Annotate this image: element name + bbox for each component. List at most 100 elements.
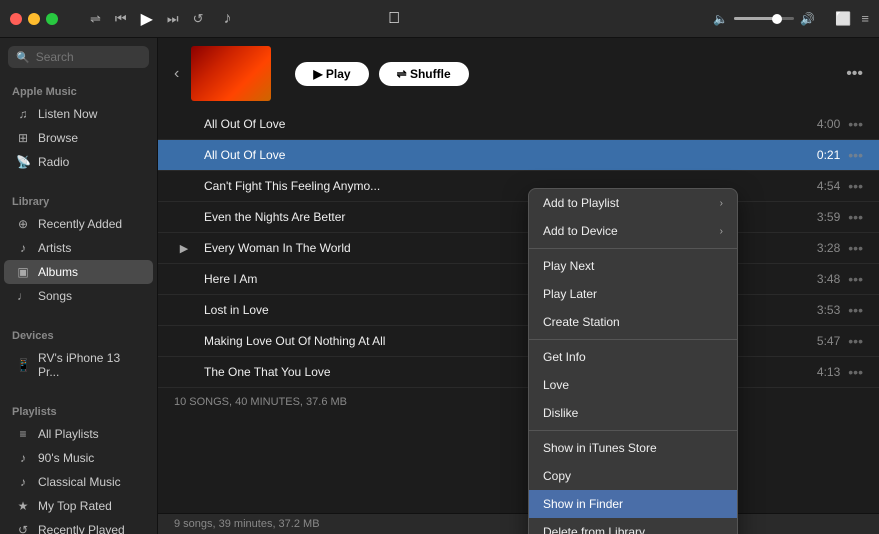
table-row[interactable]: Even the Nights Are Better 3:59 ••• [158,202,879,233]
song-duration: 5:47 [805,334,840,348]
table-row[interactable]: Here I Am 3:48 ••• [158,264,879,295]
main-layout: 🔍 Apple Music ♫ Listen Now ⊞ Browse 📡 Ra… [0,38,879,534]
context-menu-label: Dislike [543,406,578,420]
library-section-label: Library [0,186,157,212]
song-more-button[interactable]: ••• [848,240,863,256]
sidebar-item-listen-now[interactable]: ♫ Listen Now [4,102,153,126]
table-row[interactable]: The One That You Love 4:13 ••• [158,357,879,388]
song-more-button[interactable]: ••• [848,178,863,194]
next-icon[interactable]: ⏭ [167,11,179,27]
album-art [191,46,271,101]
song-more-button[interactable]: ••• [848,302,863,318]
table-row[interactable]: Can't Fight This Feeling Anymo... 4:54 •… [158,171,879,202]
artists-icon: ♪ [16,241,30,255]
chevron-right-icon: › [720,198,723,209]
play-button[interactable]: ▶ Play [295,62,368,86]
sidebar-item-browse[interactable]: ⊞ Browse [4,126,153,150]
table-row[interactable]: Making Love Out Of Nothing At All 5:47 •… [158,326,879,357]
sidebar-item-label: Browse [38,131,78,145]
repeat-icon[interactable]: ↺ [193,11,204,27]
song-duration: 3:59 [805,210,840,224]
content-area: ‹ ▶ Play ⇌ Shuffle ••• All Out Of Love 4… [158,38,879,534]
sidebar-item-my-top-rated[interactable]: ★ My Top Rated [4,494,153,518]
search-input[interactable] [36,50,141,64]
close-button[interactable] [10,13,22,25]
context-menu-label: Copy [543,469,571,483]
minimize-button[interactable] [28,13,40,25]
context-add-to-playlist[interactable]: Add to Playlist › [529,189,737,217]
shuffle-icon[interactable]: ⇌ [90,11,101,27]
table-row[interactable]: ▶ Every Woman In The World 3:28 ••• [158,233,879,264]
sidebar-item-artists[interactable]: ♪ Artists [4,236,153,260]
top-rated-icon: ★ [16,499,30,513]
context-menu-divider [529,430,737,431]
devices-section-label: Devices [0,320,157,346]
play-pause-button[interactable]: ▶ [141,9,153,29]
volume-slider[interactable] [734,17,794,20]
sidebar-item-label: Listen Now [38,107,97,121]
context-menu-label: Delete from Library [543,525,645,534]
context-play-next[interactable]: Play Next [529,252,737,280]
sidebar-item-radio[interactable]: 📡 Radio [4,150,153,174]
song-duration: 3:53 [805,303,840,317]
song-more-button[interactable]: ••• [848,271,863,287]
context-show-in-finder[interactable]: Show in Finder [529,490,737,518]
song-more-button[interactable]: ••• [848,116,863,132]
maximize-button[interactable] [46,13,58,25]
sidebar-item-label: My Top Rated [38,499,112,513]
song-title: All Out Of Love [204,148,805,162]
search-bar[interactable]: 🔍 [8,46,149,68]
context-menu-label: Add to Device [543,224,618,238]
sidebar-item-90s-music[interactable]: ♪ 90's Music [4,446,153,470]
transport-controls: ⇌ ⏮ ▶ ⏭ ↺ [90,9,204,29]
context-create-station[interactable]: Create Station [529,308,737,336]
context-copy[interactable]: Copy [529,462,737,490]
sidebar-item-recently-played[interactable]: ↺ Recently Played [4,518,153,534]
volume-low-icon: 🔈 [713,12,728,26]
recently-played-icon: ↺ [16,523,30,534]
song-duration: 0:21 [805,148,840,162]
table-row[interactable]: All Out Of Love 4:00 ••• [158,109,879,140]
context-add-to-device[interactable]: Add to Device › [529,217,737,245]
table-row[interactable]: Lost in Love 3:53 ••• [158,295,879,326]
apple-logo:  [388,10,400,28]
context-delete-from-library[interactable]: Delete from Library [529,518,737,534]
song-more-button[interactable]: ••• [848,209,863,225]
sidebar-item-all-playlists[interactable]: ≡ All Playlists [4,422,153,446]
sidebar-item-recently-added[interactable]: ⊕ Recently Added [4,212,153,236]
songs-icon: ♩ [16,289,30,303]
context-menu-label: Create Station [543,315,620,329]
music-note-icon: ♪ [224,10,232,28]
prev-icon[interactable]: ⏮ [115,11,127,27]
lyrics-icon[interactable]: ⬜ [835,11,851,27]
playlists-section-label: Playlists [0,396,157,422]
sidebar-item-albums[interactable]: ▣ Albums [4,260,153,284]
sidebar-item-label: Radio [38,155,69,169]
content-header: ‹ ▶ Play ⇌ Shuffle ••• [158,38,879,109]
song-more-button[interactable]: ••• [848,333,863,349]
sidebar-item-classical-music[interactable]: ♪ Classical Music [4,470,153,494]
context-dislike[interactable]: Dislike [529,399,737,427]
collapse-button[interactable]: ‹ [174,65,179,83]
context-play-later[interactable]: Play Later [529,280,737,308]
sidebar-item-label: Classical Music [38,475,121,489]
song-footer: 10 SONGS, 40 MINUTES, 37.6 MB [158,388,879,416]
song-more-button[interactable]: ••• [848,147,863,163]
song-more-button[interactable]: ••• [848,364,863,380]
song-list: All Out Of Love 4:00 ••• All Out Of Love… [158,109,879,513]
shuffle-button[interactable]: ⇌ Shuffle [379,62,469,86]
context-get-info[interactable]: Get Info [529,343,737,371]
playlist-icon: ♪ [16,451,30,465]
table-row[interactable]: All Out Of Love 0:21 ••• [158,140,879,171]
context-show-in-itunes[interactable]: Show in iTunes Store [529,434,737,462]
search-icon: 🔍 [16,51,30,64]
queue-icon[interactable]: ≡ [861,11,869,27]
sidebar-item-iphone[interactable]: 📱 RV's iPhone 13 Pr... [4,346,153,384]
context-menu-divider [529,248,737,249]
albums-icon: ▣ [16,265,30,279]
more-button[interactable]: ••• [846,65,863,83]
context-menu-label: Show in Finder [543,497,623,511]
sidebar-item-songs[interactable]: ♩ Songs [4,284,153,308]
volume-high-icon: 🔊 [800,12,815,26]
context-love[interactable]: Love [529,371,737,399]
